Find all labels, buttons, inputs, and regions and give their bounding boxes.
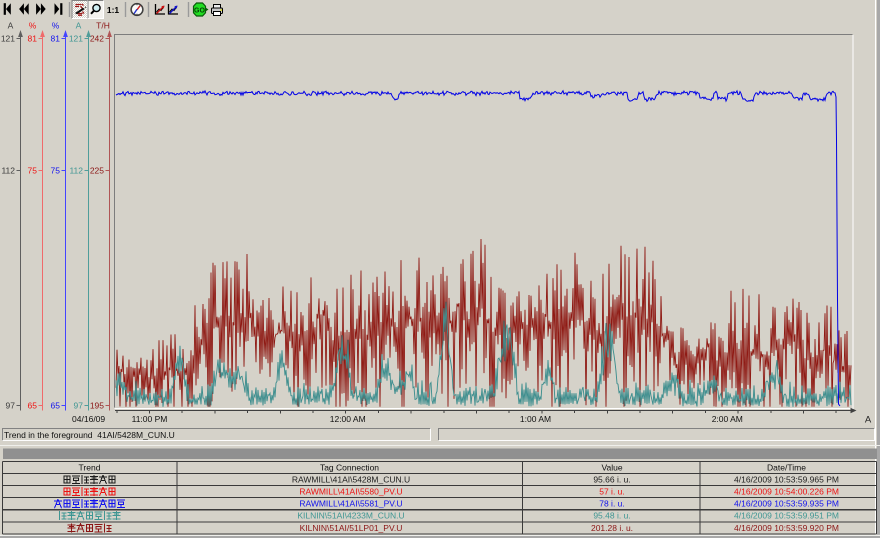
svg-text:T/H: T/H bbox=[96, 20, 110, 30]
svg-text:GO: GO bbox=[194, 8, 205, 15]
svg-text:97: 97 bbox=[74, 401, 84, 411]
svg-text:11:00 PM: 11:00 PM bbox=[132, 414, 168, 424]
svg-text:242: 242 bbox=[90, 34, 104, 44]
svg-text:4/16/2009 10:54:00.226 PM: 4/16/2009 10:54:00.226 PM bbox=[734, 487, 839, 497]
svg-text:4/16/2009 10:53:59.965 PM: 4/16/2009 10:53:59.965 PM bbox=[734, 475, 839, 485]
svg-text:97: 97 bbox=[6, 401, 16, 411]
svg-text:KILNIN\51AI/51LP01_PV.U: KILNIN\51AI/51LP01_PV.U bbox=[300, 523, 403, 533]
svg-text:4/16/2009 10:53:59.951 PM: 4/16/2009 10:53:59.951 PM bbox=[734, 511, 839, 521]
svg-text:Date/Time: Date/Time bbox=[767, 463, 806, 473]
svg-text:95.66 i. u.: 95.66 i. u. bbox=[593, 475, 630, 485]
svg-text:78 i. u.: 78 i. u. bbox=[599, 499, 625, 509]
svg-text:Value: Value bbox=[601, 463, 622, 473]
svg-text:4/16/2009 10:53:59.920 PM: 4/16/2009 10:53:59.920 PM bbox=[734, 523, 839, 533]
svg-text:65: 65 bbox=[51, 401, 61, 411]
svg-text:121: 121 bbox=[69, 34, 83, 44]
svg-text:75: 75 bbox=[28, 166, 38, 176]
svg-text:1:00 AM: 1:00 AM bbox=[520, 414, 551, 424]
svg-text:201.28 i. u.: 201.28 i. u. bbox=[591, 523, 633, 533]
svg-text:112: 112 bbox=[1, 166, 15, 176]
svg-text:RAWMILL\41AI\5428M_CUN.U: RAWMILL\41AI\5428M_CUN.U bbox=[292, 475, 410, 485]
svg-text:KILNIN\51AI\4233M_CUN.U: KILNIN\51AI\4233M_CUN.U bbox=[297, 511, 404, 521]
svg-text:12:00 AM: 12:00 AM bbox=[330, 414, 366, 424]
svg-text:A: A bbox=[865, 415, 872, 426]
svg-text:Trend in the foreground 41AI/: Trend in the foreground 41AI/5428M_CUN.U bbox=[4, 430, 175, 440]
svg-text:65: 65 bbox=[28, 401, 38, 411]
svg-text:Tag Connection: Tag Connection bbox=[320, 463, 379, 473]
svg-text:2:00 AM: 2:00 AM bbox=[712, 414, 743, 424]
svg-text:A: A bbox=[76, 20, 82, 30]
svg-text:57 i. u.: 57 i. u. bbox=[599, 487, 625, 497]
svg-text:225: 225 bbox=[90, 166, 104, 176]
svg-text:%: % bbox=[52, 20, 60, 30]
svg-text:Trend: Trend bbox=[79, 463, 101, 473]
svg-text:04/16/09: 04/16/09 bbox=[72, 414, 105, 424]
svg-text:A: A bbox=[8, 20, 14, 30]
svg-text:75: 75 bbox=[51, 166, 61, 176]
svg-text:112: 112 bbox=[69, 166, 83, 176]
svg-text:RAWMILL\41AI\5581_PV.U: RAWMILL\41AI\5581_PV.U bbox=[299, 499, 402, 509]
svg-text:195: 195 bbox=[90, 401, 104, 411]
svg-text:4/16/2009 10:53:59.935 PM: 4/16/2009 10:53:59.935 PM bbox=[734, 499, 839, 509]
svg-text:121: 121 bbox=[1, 34, 15, 44]
svg-text:%: % bbox=[29, 20, 37, 30]
svg-text:81: 81 bbox=[28, 34, 38, 44]
svg-text:81: 81 bbox=[51, 34, 61, 44]
svg-text:95.48 i. u.: 95.48 i. u. bbox=[593, 511, 630, 521]
svg-text:1:1: 1:1 bbox=[107, 5, 120, 15]
svg-text:RAWMILL\41AI\5580_PV.U: RAWMILL\41AI\5580_PV.U bbox=[299, 487, 402, 497]
